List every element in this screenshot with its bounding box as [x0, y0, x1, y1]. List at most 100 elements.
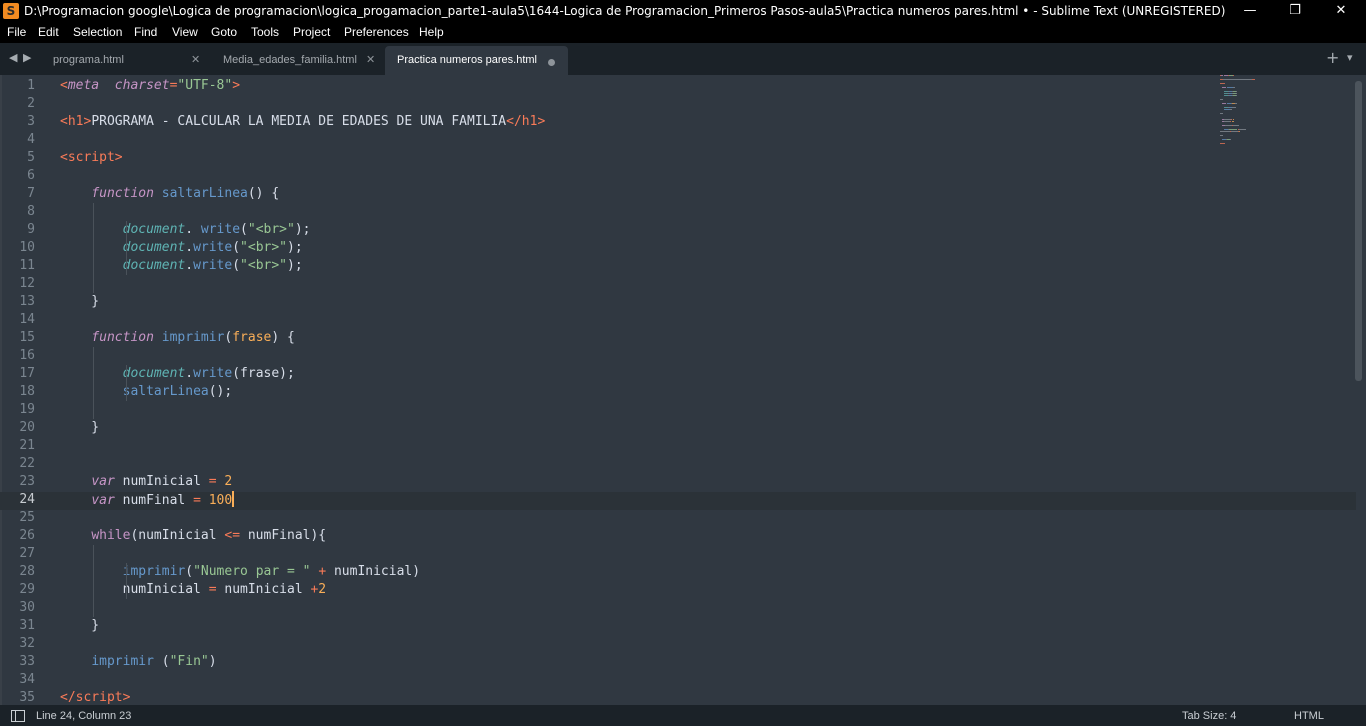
minimap-stroke: [1222, 87, 1226, 88]
code-token: write: [200, 222, 241, 237]
restore-button[interactable]: ❐: [1272, 0, 1318, 23]
code-token: 2: [224, 474, 233, 489]
tab-media-edades-familia[interactable]: Media_edades_familia.html ✕: [210, 46, 385, 75]
close-tab-icon[interactable]: ✕: [366, 53, 375, 66]
code-token: script: [75, 690, 123, 705]
code-token: imprimir: [122, 564, 186, 579]
code-token: frase: [232, 330, 272, 345]
code-token: }: [60, 294, 100, 309]
line-number: 3: [27, 114, 35, 129]
line-number: 10: [19, 240, 35, 255]
minimap-stroke: [1239, 131, 1240, 132]
minimize-button[interactable]: —: [1227, 0, 1273, 23]
minimap-stroke: [1229, 129, 1237, 130]
close-window-button[interactable]: ✕: [1318, 0, 1364, 23]
line-number: 30: [19, 600, 35, 615]
minimap-stroke: [1231, 131, 1238, 132]
code-token: saltarLinea: [161, 186, 248, 201]
unsaved-dot-icon[interactable]: [548, 59, 555, 66]
code-token: document: [122, 366, 186, 381]
minimap-stroke: [1232, 107, 1236, 108]
code-token: 100: [208, 493, 233, 508]
line-number: 21: [19, 438, 35, 453]
code-token: var: [91, 474, 115, 489]
tab-list-icon[interactable]: ▾: [1347, 51, 1353, 64]
menu-bar: File Edit Selection Find View Goto Tools…: [0, 23, 1366, 43]
line-number: 28: [19, 564, 35, 579]
code-token: (: [240, 222, 248, 237]
line-number: 22: [19, 456, 35, 471]
scrollbar-thumb[interactable]: [1355, 81, 1362, 381]
tab-programa[interactable]: programa.html ✕: [40, 46, 210, 75]
minimap-stroke: [1236, 93, 1237, 94]
minimap-stroke: [1233, 125, 1239, 126]
menu-view[interactable]: View: [172, 25, 198, 39]
menu-help[interactable]: Help: [419, 25, 444, 39]
code-line: imprimir ("Fin"): [60, 653, 216, 671]
tab-size-selector[interactable]: Tab Size: 4: [1182, 710, 1236, 722]
code-line: <script>: [60, 149, 123, 167]
code-token: numInicial: [216, 582, 311, 597]
minimap-stroke: [1230, 139, 1231, 140]
line-number: 24: [19, 492, 35, 507]
menu-tools[interactable]: Tools: [251, 25, 279, 39]
code-token: (numInicial: [130, 528, 225, 543]
cursor-position: Line 24, Column 23: [36, 710, 132, 722]
menu-goto[interactable]: Goto: [211, 25, 237, 39]
code-token: write: [193, 240, 233, 255]
menu-edit[interactable]: Edit: [38, 25, 59, 39]
code-token: .: [185, 222, 201, 237]
line-number: 14: [19, 312, 35, 327]
line-number: 8: [27, 204, 35, 219]
sublime-text-icon: S: [3, 3, 19, 19]
code-token: "<br>": [240, 258, 288, 273]
minimap-stroke: [1233, 87, 1235, 88]
close-tab-icon[interactable]: ✕: [191, 53, 200, 66]
code-token: );: [287, 240, 303, 255]
panel-toggle-icon[interactable]: [11, 710, 25, 722]
minimap[interactable]: [1218, 75, 1328, 155]
code-token: h1: [67, 114, 84, 129]
code-token: imprimir: [161, 330, 225, 345]
line-number: 25: [19, 510, 35, 525]
code-line: document.write(frase);: [60, 365, 295, 383]
code-editor[interactable]: 1 <meta charset="UTF-8"> 2 3 <h1>PROGRAMA - …: [0, 75, 1366, 705]
line-number: 4: [27, 132, 35, 147]
menu-find[interactable]: Find: [134, 25, 157, 39]
code-line: <meta charset="UTF-8">: [60, 77, 240, 95]
syntax-selector[interactable]: HTML: [1294, 710, 1324, 722]
code-token: (: [232, 258, 241, 273]
code-token: "Numero par = ": [193, 564, 311, 579]
minimap-stroke: [1224, 83, 1225, 84]
minimap-stroke: [1224, 143, 1225, 144]
code-token: document: [122, 258, 186, 273]
menu-project[interactable]: Project: [293, 25, 330, 39]
tab-scroll-left-icon[interactable]: ◀: [9, 51, 17, 64]
code-token: while: [91, 528, 131, 543]
line-number: 2: [27, 96, 35, 111]
code-token: (frase);: [232, 366, 295, 381]
menu-selection[interactable]: Selection: [73, 25, 122, 39]
code-token: imprimir: [91, 654, 154, 669]
indent-guide: [93, 347, 94, 419]
code-token: +: [318, 564, 327, 579]
line-number: 15: [19, 330, 35, 345]
text-cursor: [232, 491, 235, 507]
code-line: document.write("<br>");: [60, 257, 303, 275]
minimap-stroke: [1222, 103, 1226, 104]
code-token: meta: [67, 78, 100, 93]
new-tab-icon[interactable]: +: [1326, 48, 1339, 67]
tab-practica-numeros-pares[interactable]: Practica numeros pares.html: [385, 46, 568, 75]
menu-file[interactable]: File: [7, 25, 26, 39]
tab-scroll-right-icon[interactable]: ▶: [23, 51, 31, 64]
line-number: 12: [19, 276, 35, 291]
menu-preferences[interactable]: Preferences: [344, 25, 409, 39]
